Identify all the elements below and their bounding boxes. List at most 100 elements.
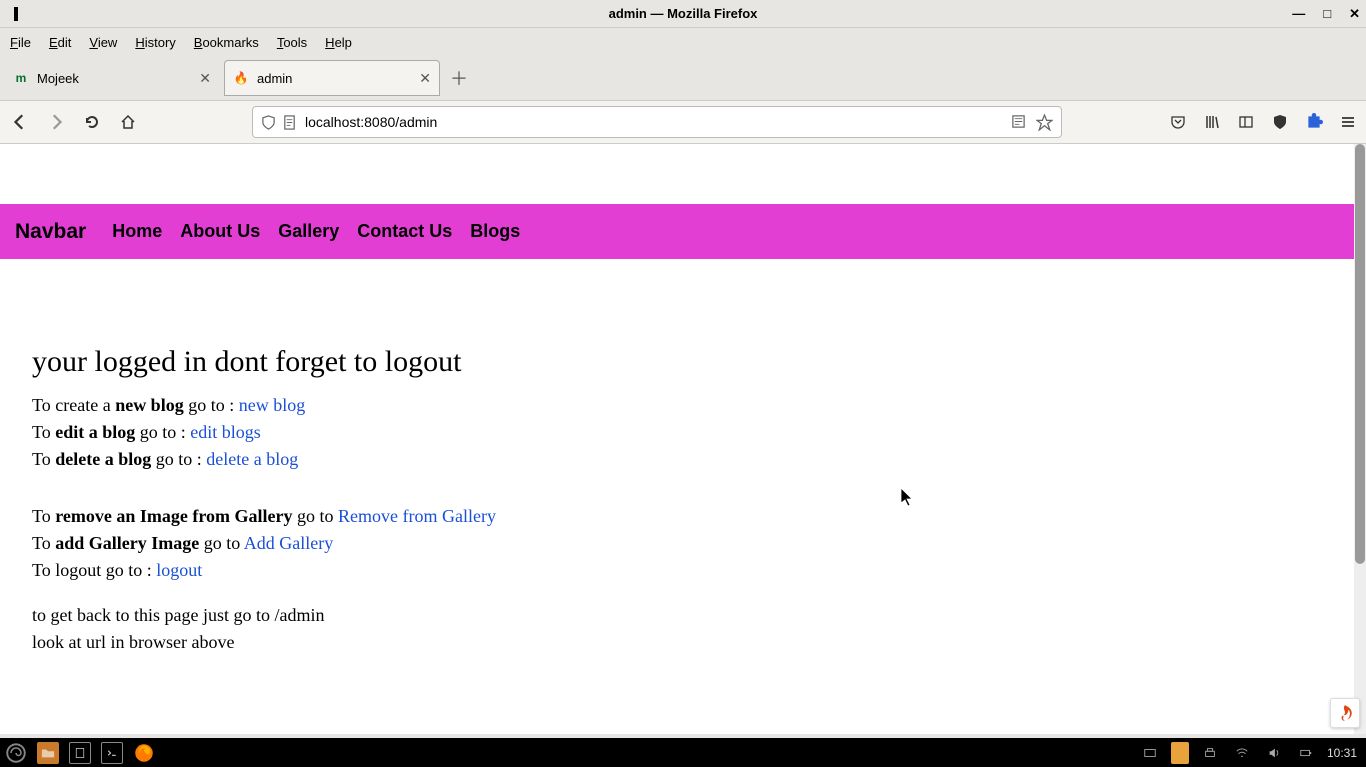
nav-contact-us[interactable]: Contact Us [357, 221, 452, 242]
menu-file[interactable]: File [10, 35, 31, 50]
window-close-button[interactable]: ✕ [1349, 6, 1360, 22]
navbar-brand[interactable]: Navbar [15, 220, 86, 244]
nav-blogs[interactable]: Blogs [470, 221, 520, 242]
nav-home[interactable]: Home [112, 221, 162, 242]
hamburger-icon [1340, 114, 1356, 130]
link-delete-blog[interactable]: delete a blog [206, 449, 298, 469]
pocket-button[interactable] [1168, 112, 1188, 132]
window-minimize-button[interactable]: — [1292, 6, 1305, 22]
app-menu-button[interactable] [1338, 112, 1358, 132]
firefox-button[interactable] [133, 742, 155, 764]
line-delete-blog: To delete a blog go to : delete a blog [32, 446, 1334, 473]
new-tab-button[interactable]: ＋ [444, 63, 474, 93]
reader-mode-icon[interactable] [1011, 114, 1026, 129]
puzzle-icon [1305, 113, 1323, 131]
terminal-button[interactable] [101, 742, 123, 764]
tray-folder-icon[interactable] [1171, 742, 1189, 764]
arrow-left-icon [11, 113, 29, 131]
page-navbar: Navbar Home About Us Gallery Contact Us … [0, 204, 1366, 259]
window-controls: — □ ✕ [1292, 6, 1360, 22]
swirl-icon [6, 743, 26, 763]
disk-icon [1143, 746, 1157, 760]
firefox-icon [134, 743, 154, 763]
page-viewport: Navbar Home About Us Gallery Contact Us … [0, 144, 1366, 734]
pocket-icon [1170, 114, 1186, 130]
tab-close-icon[interactable]: ✕ [199, 70, 211, 87]
menu-edit[interactable]: Edit [49, 35, 71, 50]
speaker-icon [1267, 746, 1281, 760]
window-titlebar: admin — Mozilla Firefox — □ ✕ [0, 0, 1366, 28]
home-button[interactable] [116, 110, 140, 134]
printer-icon [1203, 746, 1217, 760]
page-icon [282, 115, 297, 130]
line-hint-url: look at url in browser above [32, 629, 1334, 656]
arrow-right-icon [47, 113, 65, 131]
tray-printer-icon[interactable] [1199, 742, 1221, 764]
taskbar-clock[interactable]: 10:31 [1327, 746, 1357, 760]
library-icon [1204, 114, 1220, 130]
nav-about-us[interactable]: About Us [180, 221, 260, 242]
start-menu-button[interactable] [5, 742, 27, 764]
tab-close-icon[interactable]: ✕ [419, 70, 431, 87]
menu-bookmarks[interactable]: Bookmarks [194, 35, 259, 50]
tab-admin[interactable]: 🔥 admin ✕ [224, 60, 440, 96]
sidebar-button[interactable] [1236, 112, 1256, 132]
window-maximize-button[interactable]: □ [1323, 6, 1331, 22]
vertical-scrollbar[interactable] [1354, 144, 1366, 734]
toolbar-right [1168, 112, 1358, 132]
codeigniter-debug-badge[interactable] [1330, 698, 1360, 728]
menu-history[interactable]: History [135, 35, 175, 50]
file-manager-button[interactable] [37, 742, 59, 764]
url-bar[interactable] [252, 106, 1062, 138]
line-add-gallery: To add Gallery Image go to Add Gallery [32, 530, 1334, 557]
tray-volume-icon[interactable] [1263, 742, 1285, 764]
tray-disk-icon[interactable] [1139, 742, 1161, 764]
menu-tools[interactable]: Tools [277, 35, 307, 50]
document-icon [74, 747, 86, 759]
desktop-taskbar: 10:31 [0, 738, 1366, 767]
link-new-blog[interactable]: new blog [239, 395, 306, 415]
window-title: admin — Mozilla Firefox [609, 6, 758, 21]
address-bar-row [0, 100, 1366, 144]
urlbar-right-icons [1011, 114, 1053, 131]
line-new-blog: To create a new blog go to : new blog [32, 392, 1334, 419]
tab-mojeek[interactable]: m Mojeek ✕ [4, 60, 220, 96]
link-remove-gallery[interactable]: Remove from Gallery [338, 506, 496, 526]
menubar: File Edit View History Bookmarks Tools H… [0, 28, 1366, 56]
line-edit-blog: To edit a blog go to : edit blogs [32, 419, 1334, 446]
url-input[interactable] [305, 114, 1003, 130]
page-heading: your logged in dont forget to logout [32, 339, 1334, 384]
menu-view[interactable]: View [89, 35, 117, 50]
tab-label: admin [257, 71, 292, 86]
privacy-shield-button[interactable] [1270, 112, 1290, 132]
tray-battery-icon[interactable] [1295, 742, 1317, 764]
terminal-icon [106, 747, 118, 759]
extensions-button[interactable] [1304, 112, 1324, 132]
home-icon [120, 114, 136, 130]
nav-gallery[interactable]: Gallery [278, 221, 339, 242]
bookmark-star-icon[interactable] [1036, 114, 1053, 131]
reload-button[interactable] [80, 110, 104, 134]
site-security-area[interactable] [261, 115, 297, 130]
library-button[interactable] [1202, 112, 1222, 132]
link-edit-blogs[interactable]: edit blogs [190, 422, 261, 442]
shield-filled-icon [1272, 114, 1288, 130]
flame-icon [1336, 704, 1354, 722]
back-button[interactable] [8, 110, 32, 134]
page-content: your logged in dont forget to logout To … [0, 259, 1366, 686]
folder-icon [41, 746, 55, 760]
link-add-gallery[interactable]: Add Gallery [244, 533, 333, 553]
menu-help[interactable]: Help [325, 35, 352, 50]
battery-icon [1299, 746, 1313, 760]
tab-label: Mojeek [37, 71, 79, 86]
forward-button[interactable] [44, 110, 68, 134]
text-editor-button[interactable] [69, 742, 91, 764]
scrollbar-thumb[interactable] [1355, 144, 1365, 564]
titlebar-dot [14, 7, 18, 21]
link-logout[interactable]: logout [156, 560, 202, 580]
line-remove-gallery: To remove an Image from Gallery go to Re… [32, 503, 1334, 530]
shield-icon [261, 115, 276, 130]
mojeek-favicon-icon: m [13, 70, 29, 86]
tab-row: m Mojeek ✕ 🔥 admin ✕ ＋ [0, 56, 1366, 100]
tray-network-icon[interactable] [1231, 742, 1253, 764]
